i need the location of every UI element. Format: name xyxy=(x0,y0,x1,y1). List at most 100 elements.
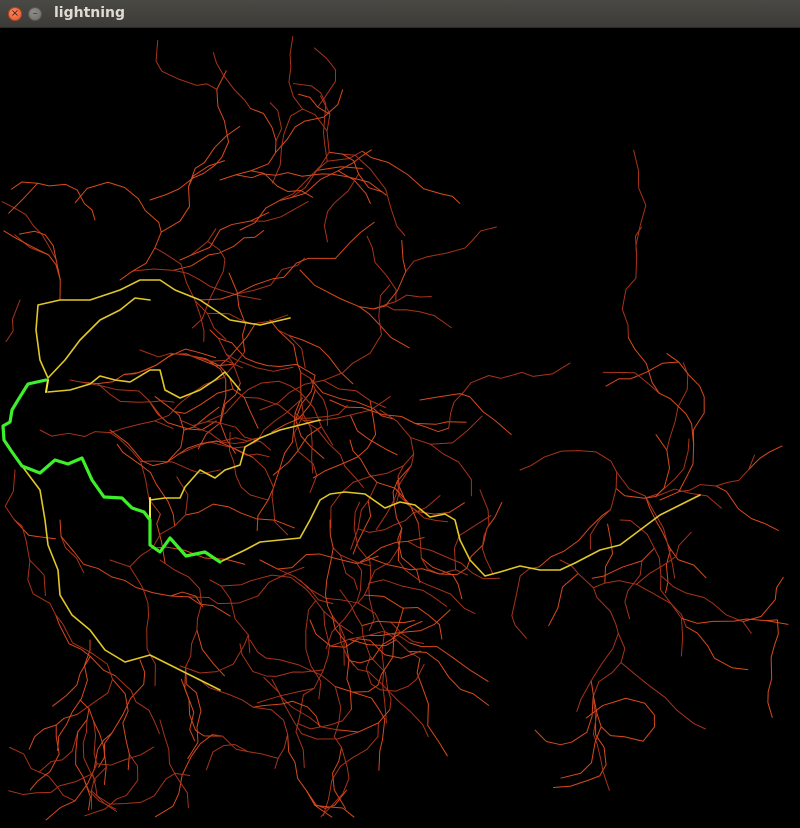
lightning-branch xyxy=(384,304,452,329)
lightning-branch xyxy=(419,393,512,436)
lightning-branch xyxy=(511,566,540,639)
lightning-branch xyxy=(384,630,421,659)
lightning-branch xyxy=(90,790,118,812)
lightning-branch xyxy=(59,519,204,608)
close-icon[interactable]: × xyxy=(8,7,22,21)
lightning-branch xyxy=(140,460,221,475)
minimize-icon[interactable]: – xyxy=(28,7,42,21)
app-window: × – lightning xyxy=(0,0,800,828)
lightning-branch xyxy=(188,125,241,188)
lightning-branch xyxy=(29,724,60,791)
lightning-branch xyxy=(324,519,347,643)
lightning-branch xyxy=(453,515,492,571)
lightning-branch xyxy=(519,450,618,550)
lightning-branch xyxy=(294,396,391,422)
lightning-branch xyxy=(149,70,230,201)
lightning-main-channel xyxy=(47,369,241,399)
lightning-branch xyxy=(715,485,779,531)
lightning-branch xyxy=(369,579,448,607)
lightning-branch xyxy=(322,722,379,817)
lightning-branch xyxy=(271,108,304,184)
lightning-branch xyxy=(55,614,116,677)
lightning-branch xyxy=(366,235,397,303)
lightning-branch xyxy=(314,47,337,108)
lightning-branch xyxy=(414,421,467,425)
lightning-branch xyxy=(199,257,337,301)
lightning-branch xyxy=(305,600,322,700)
lightning-branch xyxy=(4,505,46,597)
lightning-branch xyxy=(235,108,277,176)
lightning-branch xyxy=(1,201,57,260)
lightning-branch xyxy=(335,221,375,259)
lightning-branch xyxy=(604,523,614,584)
lightning-branch xyxy=(299,239,407,310)
lightning-branch xyxy=(521,362,571,377)
lightning-branch xyxy=(331,615,355,666)
lightning-branch xyxy=(256,425,295,532)
lightning-strike-path xyxy=(1,378,222,564)
lightning-branch xyxy=(407,540,501,580)
lightning-branch xyxy=(249,201,309,222)
lightning-branch xyxy=(189,228,217,256)
lightning-branch xyxy=(621,226,642,339)
lightning-branch xyxy=(191,240,226,329)
lightning-branch xyxy=(4,469,16,507)
lightning-branch xyxy=(591,547,655,579)
lightning-branch xyxy=(179,380,302,427)
lightning-branch xyxy=(199,679,289,769)
lightning-branch xyxy=(132,268,189,274)
lightning-branch xyxy=(287,733,333,818)
lightning-branch xyxy=(644,495,671,594)
lightning-branch xyxy=(186,684,202,760)
lightning-branch xyxy=(212,52,252,110)
lightning-branch xyxy=(57,639,91,752)
lightning-branch xyxy=(347,656,429,738)
lightning-branch xyxy=(685,626,749,671)
lightning-branch xyxy=(361,620,415,627)
lightning-branch xyxy=(352,691,386,771)
lightning-branch xyxy=(323,379,386,409)
lightning-branches xyxy=(1,36,789,821)
lightning-branch xyxy=(271,678,338,731)
lightning-branch xyxy=(13,518,56,540)
lightning-branch xyxy=(538,509,612,568)
lightning-branch xyxy=(592,580,687,628)
lightning-branch xyxy=(615,434,670,499)
lightning-branch xyxy=(259,284,391,411)
drawing-canvas xyxy=(0,28,800,828)
lightning-branch xyxy=(39,420,174,437)
lightning-branch xyxy=(323,173,360,243)
lightning-branch xyxy=(407,650,490,706)
lightning-branch xyxy=(405,226,497,272)
lightning-branch xyxy=(60,535,85,574)
lightning-branch xyxy=(397,527,421,584)
lightning-branch xyxy=(114,675,160,735)
lightning-branch xyxy=(624,560,643,620)
lightning-branch xyxy=(643,438,690,499)
lightning-branch xyxy=(109,396,185,467)
lightning-branch xyxy=(154,247,227,340)
lightning-branch xyxy=(8,773,94,796)
lightning-branch xyxy=(263,676,360,740)
lightning-branch xyxy=(97,383,175,403)
lightning-branch xyxy=(274,89,344,154)
lightning-branch xyxy=(187,272,262,301)
lightning-branch xyxy=(169,595,231,617)
lightning-branch xyxy=(448,371,523,429)
lightning-branch xyxy=(410,415,483,445)
lightning-branch xyxy=(742,576,784,623)
lightning-branch xyxy=(129,476,189,568)
lightning-branch xyxy=(269,102,283,142)
title-bar[interactable]: × – lightning xyxy=(0,0,800,28)
lightning-branch xyxy=(367,556,440,575)
lightning-strike-line xyxy=(1,378,222,564)
lightning-branch xyxy=(205,744,249,771)
lightning-branch xyxy=(3,230,61,301)
lightning-branch xyxy=(416,657,448,757)
lightning-branch xyxy=(430,443,472,497)
lightning-branch xyxy=(655,488,723,509)
lightning-branch xyxy=(288,53,328,132)
lightning-hot-channel xyxy=(45,379,49,393)
lightning-branch xyxy=(297,708,352,730)
lightning-branch xyxy=(666,362,689,451)
